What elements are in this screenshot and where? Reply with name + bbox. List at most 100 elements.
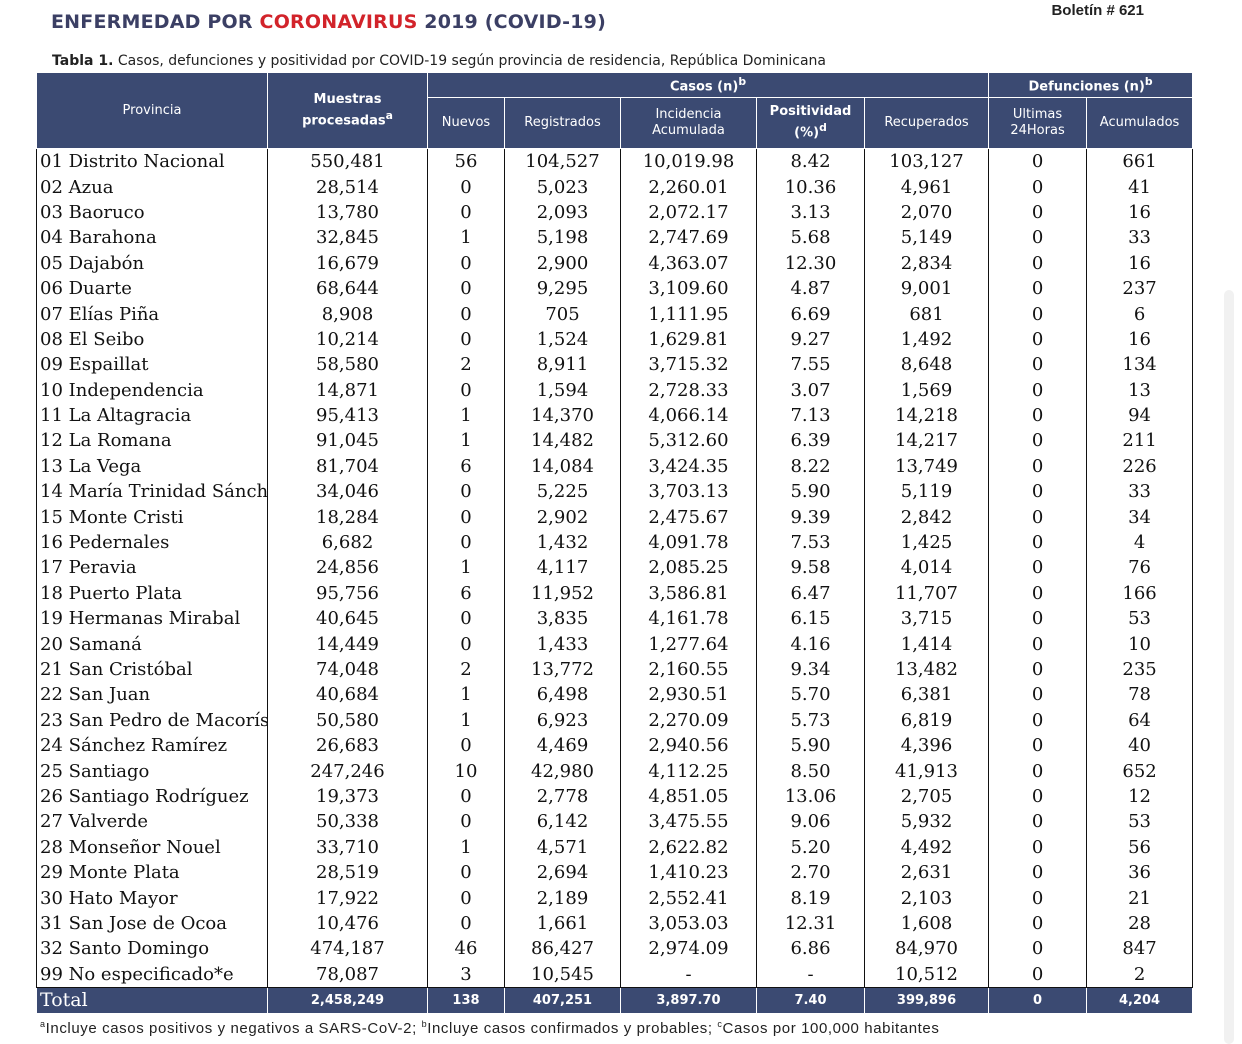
cell-acumulados: 56 — [1086, 834, 1194, 860]
cell-positividad: 5.73 — [756, 707, 865, 733]
cell-positividad: 8.42 — [756, 148, 865, 175]
cell-acumulados: 847 — [1086, 936, 1194, 962]
title-highlight: CORONAVIRUS — [259, 11, 418, 33]
cell-provincia: 26 Santiago Rodríguez — [36, 783, 268, 810]
cell-positividad: 6.47 — [756, 580, 865, 607]
cell-positividad: 8.22 — [756, 453, 865, 480]
cell-incidencia: 2,475.67 — [620, 504, 757, 530]
cell-recuperados: 6,819 — [864, 707, 990, 733]
table-caption: Tabla 1. Casos, defunciones y positivida… — [52, 53, 826, 69]
cell-acumulados: 34 — [1086, 504, 1194, 530]
cell-ultimas-24h: 0 — [988, 732, 1088, 759]
cell-registrados: 1,524 — [504, 326, 621, 353]
cell-muestras: 8,908 — [267, 301, 428, 327]
vertical-scrollbar[interactable] — [1224, 290, 1234, 1044]
cell-nuevos: 1 — [427, 402, 505, 429]
table-row: 32 Santo Domingo 474,187 46 86,427 2,974.09 6… — [36, 936, 1194, 962]
header-incidencia: Incidencia Acumulada — [620, 97, 757, 149]
cell-provincia: 15 Monte Cristi — [36, 504, 268, 530]
table-row: 08 El Seibo 10,214 0 1,524 1,629.81 9.27 1,492… — [36, 326, 1194, 353]
cell-provincia: 13 La Vega — [36, 453, 268, 480]
cell-ultimas-24h: 0 — [988, 580, 1088, 607]
covid-province-table: Provincia Muestras procesadasa Casos (n)… — [36, 72, 1194, 1014]
cell-nuevos: 0 — [427, 504, 505, 530]
cell-nuevos: 0 — [427, 275, 505, 302]
cell-nuevos: 2 — [427, 352, 505, 378]
table-row: 26 Santiago Rodríguez 19,373 0 2,778 4,851.0… — [36, 783, 1194, 810]
cell-acumulados: 28 — [1086, 910, 1194, 937]
cell-provincia: 20 Samaná — [36, 631, 268, 657]
cell-incidencia: 1,629.81 — [620, 326, 757, 353]
table-row: 02 Azua 28,514 0 5,023 2,260.01 10.36 4,961 0 41 — [36, 174, 1194, 200]
cell-registrados: 5,198 — [504, 225, 621, 251]
cell-muestras: 26,683 — [267, 732, 428, 759]
cell-incidencia: 3,109.60 — [620, 275, 757, 302]
cell-positividad: 12.31 — [756, 910, 865, 937]
cell-positividad: 5.90 — [756, 732, 865, 759]
cell-ultimas-24h: 0 — [988, 758, 1088, 784]
cell-provincia: 32 Santo Domingo — [36, 936, 268, 962]
cell-recuperados: 6,381 — [864, 682, 990, 708]
cell-nuevos: 1 — [427, 555, 505, 581]
cell-registrados: 8,911 — [504, 352, 621, 378]
table-row: 24 Sánchez Ramírez 26,683 0 4,469 2,940.56 5.… — [36, 732, 1194, 759]
cell-muestras: 10,214 — [267, 326, 428, 353]
cell-provincia: 22 San Juan — [36, 682, 268, 708]
cell-acumulados: 10 — [1086, 631, 1194, 657]
cell-registrados: 6,923 — [504, 707, 621, 733]
cell-registrados: 4,571 — [504, 834, 621, 860]
cell-incidencia: 3,475.55 — [620, 809, 757, 835]
cell-muestras: 28,514 — [267, 174, 428, 200]
page-title: ENFERMEDAD POR CORONAVIRUS 2019 (COVID-1… — [51, 11, 606, 33]
cell-ultimas-24h: 0 — [988, 809, 1088, 835]
cell-nuevos: 6 — [427, 580, 505, 607]
cell-recuperados: 8,648 — [864, 352, 990, 378]
table-row: 29 Monte Plata 28,519 0 2,694 1,410.23 2.70 2,… — [36, 859, 1194, 886]
cell-incidencia: 1,410.23 — [620, 859, 757, 886]
cell-ultimas-24h: 0 — [988, 910, 1088, 937]
cell-registrados: 5,225 — [504, 479, 621, 505]
cell-muestras: 40,645 — [267, 606, 428, 632]
table-row: 16 Pedernales 6,682 0 1,432 4,091.78 7.53 1,42… — [36, 529, 1194, 556]
total-row: Total 2,458,249 138 407,251 3,897.70 7.40 399,… — [36, 986, 1194, 1014]
cell-acumulados: 33 — [1086, 479, 1194, 505]
cell-incidencia: 2,270.09 — [620, 707, 757, 733]
cell-nuevos: 0 — [427, 174, 505, 200]
header-ultimas-24h: Ultimas 24Horas — [988, 97, 1088, 149]
total-recuperados: 399,896 — [863, 986, 990, 1014]
cell-ultimas-24h: 0 — [988, 682, 1088, 708]
cell-nuevos: 56 — [427, 148, 505, 175]
cell-registrados: 13,772 — [504, 656, 621, 683]
cell-nuevos: 0 — [427, 885, 505, 911]
cell-acumulados: 4 — [1086, 529, 1194, 556]
table-row: 10 Independencia 14,871 0 1,594 2,728.33 3.07… — [36, 377, 1194, 403]
cell-nuevos: 1 — [427, 682, 505, 708]
cell-provincia: 18 Puerto Plata — [36, 580, 268, 607]
table-row: 12 La Romana 91,045 1 14,482 5,312.60 6.39 14,… — [36, 428, 1194, 454]
cell-acumulados: 53 — [1086, 606, 1194, 632]
cell-registrados: 2,189 — [504, 885, 621, 911]
header-nuevos: Nuevos — [427, 97, 505, 149]
cell-muestras: 81,704 — [267, 453, 428, 480]
cell-muestras: 16,679 — [267, 250, 428, 276]
cell-positividad: 7.55 — [756, 352, 865, 378]
cell-provincia: 05 Dajabón — [36, 250, 268, 276]
cell-muestras: 40,684 — [267, 682, 428, 708]
cell-acumulados: 6 — [1086, 301, 1194, 327]
cell-positividad: 6.69 — [756, 301, 865, 327]
cell-provincia: 24 Sánchez Ramírez — [36, 732, 268, 759]
cell-muestras: 50,338 — [267, 809, 428, 835]
cell-ultimas-24h: 0 — [988, 606, 1088, 632]
total-incidencia: 3,897.70 — [620, 986, 757, 1014]
cell-registrados: 4,469 — [504, 732, 621, 759]
cell-incidencia: 2,728.33 — [620, 377, 757, 403]
cell-registrados: 1,432 — [504, 529, 621, 556]
cell-nuevos: 0 — [427, 910, 505, 937]
cell-muestras: 28,519 — [267, 859, 428, 886]
cell-incidencia: 2,072.17 — [620, 199, 757, 226]
cell-recuperados: 681 — [864, 301, 990, 327]
cell-incidencia: 2,160.55 — [620, 656, 757, 683]
cell-incidencia: 2,940.56 — [620, 732, 757, 759]
cell-positividad: 9.39 — [756, 504, 865, 530]
cell-nuevos: 46 — [427, 936, 505, 962]
